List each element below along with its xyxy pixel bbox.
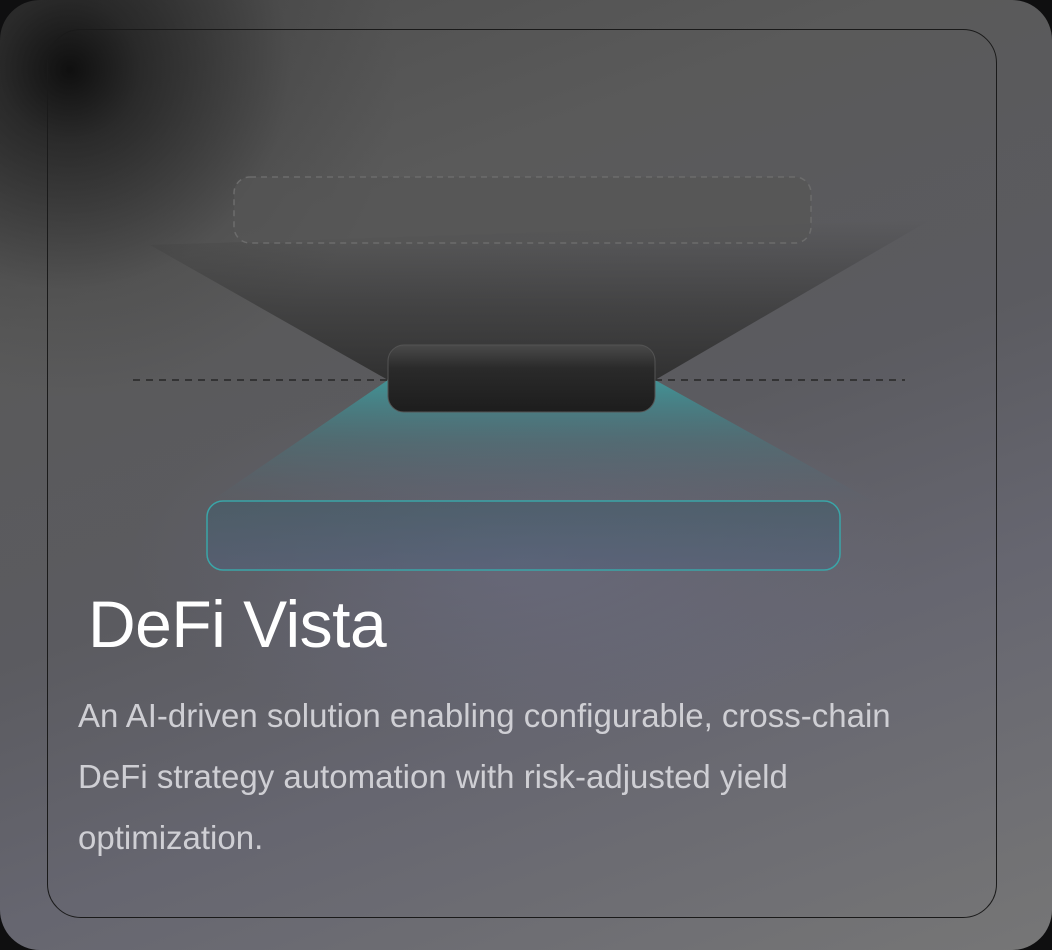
project-card[interactable]: DeFi Vista An AI-driven solution enablin… — [0, 0, 1052, 950]
card-description: An AI-driven solution enabling configura… — [78, 697, 891, 856]
card-title: DeFi Vista — [88, 587, 387, 661]
